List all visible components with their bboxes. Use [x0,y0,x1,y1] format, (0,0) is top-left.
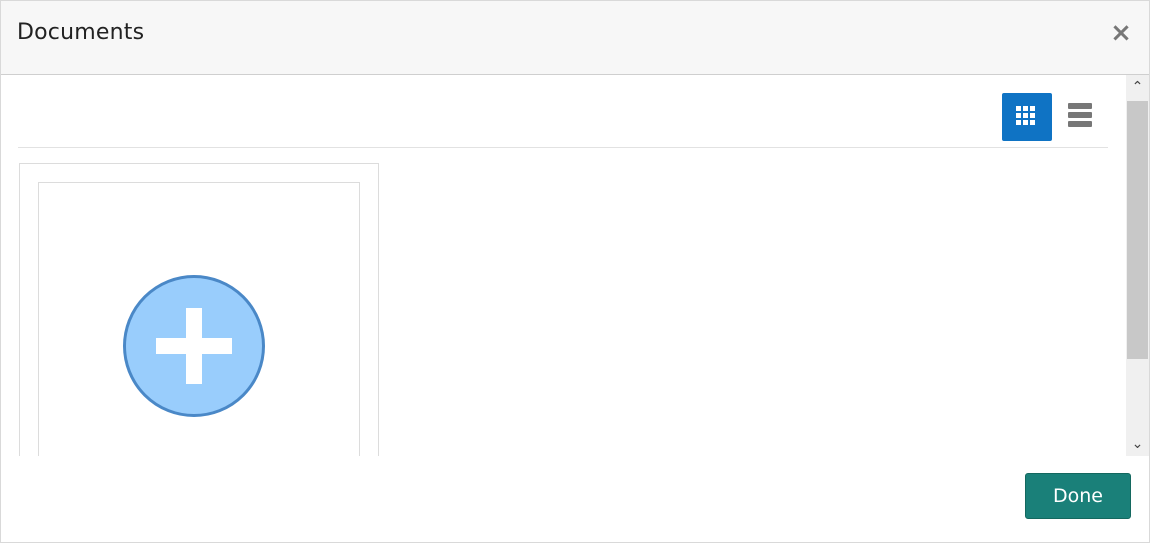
list-view-button[interactable] [1068,103,1094,129]
grid-view-button[interactable] [1002,93,1052,141]
scroll-up-icon[interactable]: ⌃ [1126,75,1149,99]
add-document-area[interactable] [38,182,360,456]
dialog-header: Documents × [1,1,1149,75]
plus-circle-icon[interactable] [123,275,265,417]
document-card [19,163,379,456]
dialog-footer: Done [1,456,1149,542]
scroll-thumb[interactable] [1127,101,1148,359]
dialog-title: Documents [17,20,145,45]
view-toolbar [18,75,1108,148]
scroll-down-icon[interactable]: ⌄ [1126,432,1149,456]
vertical-scrollbar[interactable]: ⌃ ⌄ [1126,75,1149,456]
dialog-body [1,75,1149,456]
plus-vertical [186,308,202,384]
close-icon[interactable]: × [1109,20,1133,46]
documents-dialog: Documents × ⌃ ⌄ Done [0,0,1150,543]
done-button[interactable]: Done [1025,473,1131,519]
